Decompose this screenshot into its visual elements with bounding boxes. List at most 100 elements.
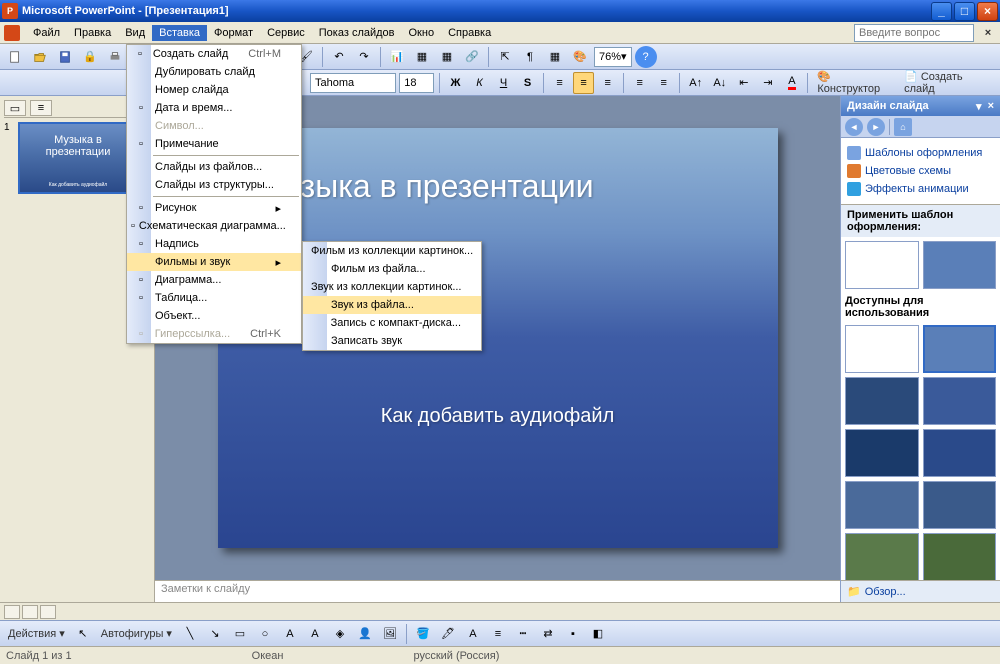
menu-вставка[interactable]: Вставка (152, 25, 207, 41)
select-button[interactable]: ↖ (72, 623, 94, 645)
browse-link[interactable]: 📁 Обзор... (841, 580, 1000, 602)
rectangle-button[interactable]: ▭ (229, 623, 251, 645)
menu-правка[interactable]: Правка (67, 25, 118, 41)
submenu-item[interactable]: Записать звук (303, 332, 481, 350)
fontsize-select[interactable]: 18 (399, 73, 434, 93)
table-button[interactable]: ▦ (411, 46, 433, 68)
menu-файл[interactable]: Файл (26, 25, 67, 41)
dash-style-button[interactable]: ┅ (512, 623, 534, 645)
permission-button[interactable]: 🔒 (79, 46, 101, 68)
insert-menu-item[interactable]: Объект... (127, 307, 301, 325)
notes-field[interactable]: Заметки к слайду (155, 580, 840, 602)
line-style-button[interactable]: ≡ (487, 623, 509, 645)
open-button[interactable] (29, 46, 51, 68)
insert-menu-item[interactable]: ▫Примечание (127, 135, 301, 153)
hyperlink-button[interactable]: 🔗 (461, 46, 483, 68)
picture-button[interactable]: 🖼 (379, 623, 401, 645)
maximize-button[interactable]: □ (954, 2, 975, 21)
insert-menu-item[interactable]: Слайды из структуры... (127, 176, 301, 194)
close-pane-button[interactable]: × (988, 100, 994, 112)
submenu-item[interactable]: Звук из файла... (303, 296, 481, 314)
insert-menu-item[interactable]: Номер слайда (127, 81, 301, 99)
insert-menu-item[interactable]: ▫Рисунок▸ (127, 199, 301, 217)
menu-сервис[interactable]: Сервис (260, 25, 312, 41)
insert-menu-item[interactable]: ▫Создать слайдCtrl+M (127, 45, 301, 63)
bullets-button[interactable]: ≡ (653, 72, 674, 94)
design-button[interactable]: 🎨 Конструктор (813, 70, 897, 95)
font-color-button[interactable]: A (781, 72, 802, 94)
undo-button[interactable]: ↶ (328, 46, 350, 68)
submenu-item[interactable]: Звук из коллекции картинок... (303, 278, 481, 296)
slides-tab[interactable]: ▭ (4, 100, 26, 116)
shadow-style-button[interactable]: ▪ (562, 623, 584, 645)
sorter-view-button[interactable] (22, 605, 38, 619)
insert-menu-item[interactable]: ▫Надпись (127, 235, 301, 253)
wordart-button[interactable]: A (304, 623, 326, 645)
insert-menu-item[interactable]: ▫Диаграмма... (127, 271, 301, 289)
design-template[interactable] (845, 377, 919, 425)
menu-формат[interactable]: Формат (207, 25, 260, 41)
templates-link[interactable]: Шаблоны оформления (847, 144, 994, 162)
3d-style-button[interactable]: ◧ (587, 623, 609, 645)
show-formatting-button[interactable]: ¶ (519, 46, 541, 68)
forward-button[interactable]: ► (867, 118, 885, 136)
slide-preview[interactable]: Музыка в презентации Как добавить аудиоф… (18, 122, 138, 194)
print-button[interactable] (104, 46, 126, 68)
outline-tab[interactable]: ≡ (30, 100, 52, 116)
pane-dropdown-button[interactable]: ▾ (976, 100, 982, 113)
oval-button[interactable]: ○ (254, 623, 276, 645)
shadow-button[interactable]: S (517, 72, 538, 94)
menu-окно[interactable]: Окно (402, 25, 442, 41)
decrease-font-button[interactable]: A↓ (709, 72, 730, 94)
design-template[interactable] (923, 481, 997, 529)
new-slide-button[interactable]: 📄 Создать слайд (900, 70, 996, 95)
textbox-button[interactable]: A (279, 623, 301, 645)
slide-title[interactable]: Музыка в презентации (238, 168, 758, 205)
design-template[interactable] (923, 533, 997, 580)
insert-menu-item[interactable]: ▫Схематическая диаграмма... (127, 217, 301, 235)
font-select[interactable]: Tahoma (310, 73, 396, 93)
design-template[interactable] (923, 325, 997, 373)
menu-вид[interactable]: Вид (118, 25, 152, 41)
insert-menu-item[interactable]: Фильмы и звук▸ (127, 253, 301, 271)
actions-menu[interactable]: Действия ▾ (4, 627, 69, 640)
menu-справка[interactable]: Справка (441, 25, 498, 41)
menu-показ слайдов[interactable]: Показ слайдов (312, 25, 402, 41)
insert-menu-item[interactable]: Слайды из файлов... (127, 158, 301, 176)
design-template[interactable] (845, 325, 919, 373)
design-template[interactable] (845, 533, 919, 580)
align-center-button[interactable]: ≡ (573, 72, 594, 94)
zoom-select[interactable]: 76% ▾ (594, 47, 632, 67)
align-right-button[interactable]: ≡ (597, 72, 618, 94)
line-color-button[interactable]: 🖊 (437, 623, 459, 645)
redo-button[interactable]: ↷ (353, 46, 375, 68)
design-template[interactable] (923, 377, 997, 425)
colors-link[interactable]: Цветовые схемы (847, 162, 994, 180)
autoshapes-menu[interactable]: Автофигуры ▾ (97, 627, 176, 640)
decrease-indent-button[interactable]: ⇤ (733, 72, 754, 94)
minimize-button[interactable]: _ (931, 2, 952, 21)
line-button[interactable]: ╲ (179, 623, 201, 645)
normal-view-button[interactable] (4, 605, 20, 619)
insert-menu-item[interactable]: ▫Таблица... (127, 289, 301, 307)
clipart-button[interactable]: 👤 (354, 623, 376, 645)
bold-button[interactable]: Ж (445, 72, 466, 94)
submenu-item[interactable]: Фильм из коллекции картинок... (303, 242, 481, 260)
close-button[interactable]: × (977, 2, 998, 21)
slideshow-view-button[interactable] (40, 605, 56, 619)
animation-link[interactable]: Эффекты анимации (847, 180, 994, 198)
help-button[interactable]: ? (635, 46, 657, 68)
italic-button[interactable]: К (469, 72, 490, 94)
design-template[interactable] (845, 481, 919, 529)
diagram-button[interactable]: ◈ (329, 623, 351, 645)
design-template[interactable] (923, 429, 997, 477)
new-button[interactable] (4, 46, 26, 68)
doc-close-button[interactable]: × (980, 27, 996, 39)
save-button[interactable] (54, 46, 76, 68)
arrow-button[interactable]: ↘ (204, 623, 226, 645)
insert-menu-item[interactable]: Дублировать слайд (127, 63, 301, 81)
expand-button[interactable]: ⇱ (494, 46, 516, 68)
align-left-button[interactable]: ≡ (549, 72, 570, 94)
insert-menu-item[interactable]: ▫Дата и время... (127, 99, 301, 117)
help-question-input[interactable] (854, 24, 974, 42)
